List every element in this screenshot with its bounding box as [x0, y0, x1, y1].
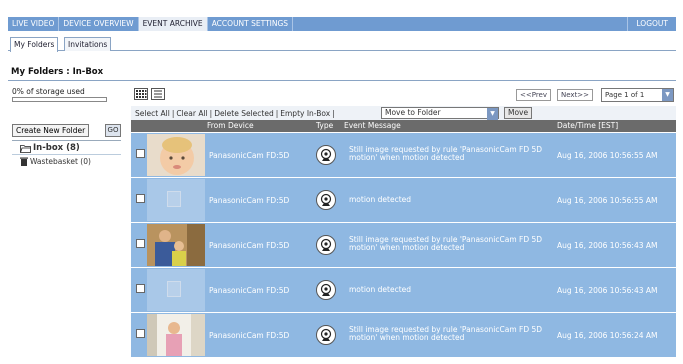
header-message[interactable]: Event Message	[344, 121, 401, 130]
grid-view-icon[interactable]	[134, 88, 148, 100]
camera-type-icon	[316, 190, 336, 210]
table-header: From Device Type Event Message Date/Time…	[131, 120, 676, 132]
tab-my-folders[interactable]: My Folders	[10, 37, 59, 52]
row-checkbox[interactable]	[136, 149, 145, 158]
camera-icon	[320, 148, 332, 161]
folder-inbox-label: In-box (8)	[33, 143, 80, 153]
event-date: Aug 16, 2006 10:56:24 AM	[557, 331, 658, 340]
event-thumbnail[interactable]	[147, 179, 205, 221]
open-folder-icon	[20, 144, 31, 153]
list-view-icon[interactable]	[151, 88, 165, 100]
event-date: Aug 16, 2006 10:56:43 AM	[557, 241, 658, 250]
nav-event-archive[interactable]: EVENT ARCHIVE	[138, 17, 208, 31]
header-date[interactable]: Date/Time [EST]	[557, 121, 618, 130]
list-icon	[154, 90, 162, 98]
event-thumbnail[interactable]	[147, 314, 205, 356]
camera-icon	[320, 328, 332, 341]
storage-bar	[12, 97, 107, 102]
event-message: Still image requested by rule 'Panasonic…	[349, 235, 543, 252]
grid-icon	[136, 90, 147, 98]
folder-divider	[12, 140, 121, 141]
move-to-folder-value: Move to Folder	[385, 108, 441, 117]
folder-wastebasket[interactable]: Wastebasket (0)	[20, 157, 91, 166]
page-select[interactable]: Page 1 of 1 ▼	[601, 88, 674, 102]
move-button[interactable]: Move	[504, 107, 533, 119]
nav-account-settings[interactable]: ACCOUNT SETTINGS	[208, 17, 294, 31]
baby-photo-icon	[147, 134, 205, 176]
device-name: PanasonicCam FD:5D	[209, 241, 290, 250]
row-checkbox[interactable]	[136, 329, 145, 338]
device-name: PanasonicCam FD:5D	[209, 331, 290, 340]
folder-inbox[interactable]: In-box (8)	[20, 143, 80, 153]
event-date: Aug 16, 2006 10:56:43 AM	[557, 286, 658, 295]
folder-wastebasket-label: Wastebasket (0)	[30, 157, 91, 166]
logout-link[interactable]: LOGOUT	[627, 17, 676, 31]
event-message: motion detected	[349, 285, 412, 294]
device-name: PanasonicCam FD:5D	[209, 286, 290, 295]
camera-icon	[320, 193, 332, 206]
delete-selected-link[interactable]: Delete Selected	[214, 109, 274, 118]
chevron-down-icon: ▼	[662, 89, 673, 101]
table-row[interactable]: PanasonicCam FD:5D Still image requested…	[131, 133, 676, 177]
event-date: Aug 16, 2006 10:56:55 AM	[557, 196, 658, 205]
go-button[interactable]: GO	[105, 124, 121, 137]
document-icon	[167, 191, 181, 207]
camera-type-icon	[316, 235, 336, 255]
page-select-value: Page 1 of 1	[605, 91, 645, 99]
event-message: motion detected	[349, 195, 412, 204]
empty-inbox-link[interactable]: Empty In-Box	[280, 109, 330, 118]
document-icon	[167, 281, 181, 297]
table-row[interactable]: PanasonicCam FD:5D motion detected Aug 1…	[131, 178, 676, 222]
chevron-down-icon: ▼	[487, 108, 498, 120]
storage-label: 0% of storage used	[12, 87, 85, 96]
nav-live-video[interactable]: LIVE VIDEO	[8, 17, 60, 31]
header-type[interactable]: Type	[316, 121, 333, 130]
device-name: PanasonicCam FD:5D	[209, 196, 290, 205]
next-page-button[interactable]: Next>>	[557, 89, 594, 101]
trash-icon	[20, 157, 28, 166]
tab-invitations[interactable]: Invitations	[64, 37, 112, 51]
row-checkbox[interactable]	[136, 284, 145, 293]
people-photo-icon	[147, 224, 205, 266]
select-all-link[interactable]: Select All	[135, 109, 170, 118]
event-thumbnail[interactable]	[147, 224, 205, 266]
event-thumbnail[interactable]	[147, 269, 205, 311]
event-message: Still image requested by rule 'Panasonic…	[349, 145, 543, 162]
camera-type-icon	[316, 280, 336, 300]
table-row[interactable]: PanasonicCam FD:5D Still image requested…	[131, 313, 676, 357]
create-folder-input[interactable]: Create New Folder	[12, 124, 90, 137]
table-row[interactable]: PanasonicCam FD:5D motion detected Aug 1…	[131, 268, 676, 312]
folder-divider-2	[12, 154, 121, 155]
event-message: Still image requested by rule 'Panasonic…	[349, 325, 543, 342]
clear-all-link[interactable]: Clear All	[176, 109, 207, 118]
device-name: PanasonicCam FD:5D	[209, 151, 290, 160]
move-to-folder-select[interactable]: Move to Folder ▼	[381, 107, 499, 120]
event-thumbnail[interactable]	[147, 134, 205, 176]
top-nav-bar: LIVE VIDEO DEVICE OVERVIEW EVENT ARCHIVE…	[8, 17, 676, 31]
camera-icon	[320, 283, 332, 296]
actions-bar: Select All | Clear All | Delete Selected…	[131, 106, 676, 120]
child-photo-icon	[147, 314, 205, 356]
table-row[interactable]: PanasonicCam FD:5D Still image requested…	[131, 223, 676, 267]
event-date: Aug 16, 2006 10:56:55 AM	[557, 151, 658, 160]
row-checkbox[interactable]	[136, 239, 145, 248]
row-checkbox[interactable]	[136, 194, 145, 203]
header-device[interactable]: From Device	[207, 121, 254, 130]
nav-device-overview[interactable]: DEVICE OVERVIEW	[59, 17, 139, 31]
title-divider	[8, 80, 676, 81]
page-title: My Folders : In-Box	[11, 67, 104, 77]
camera-icon	[320, 238, 332, 251]
camera-type-icon	[316, 325, 336, 345]
separator: |	[332, 108, 335, 118]
prev-page-button[interactable]: <<Prev	[516, 89, 552, 101]
camera-type-icon	[316, 145, 336, 165]
sub-tabs: My Folders Invitations	[8, 37, 676, 52]
